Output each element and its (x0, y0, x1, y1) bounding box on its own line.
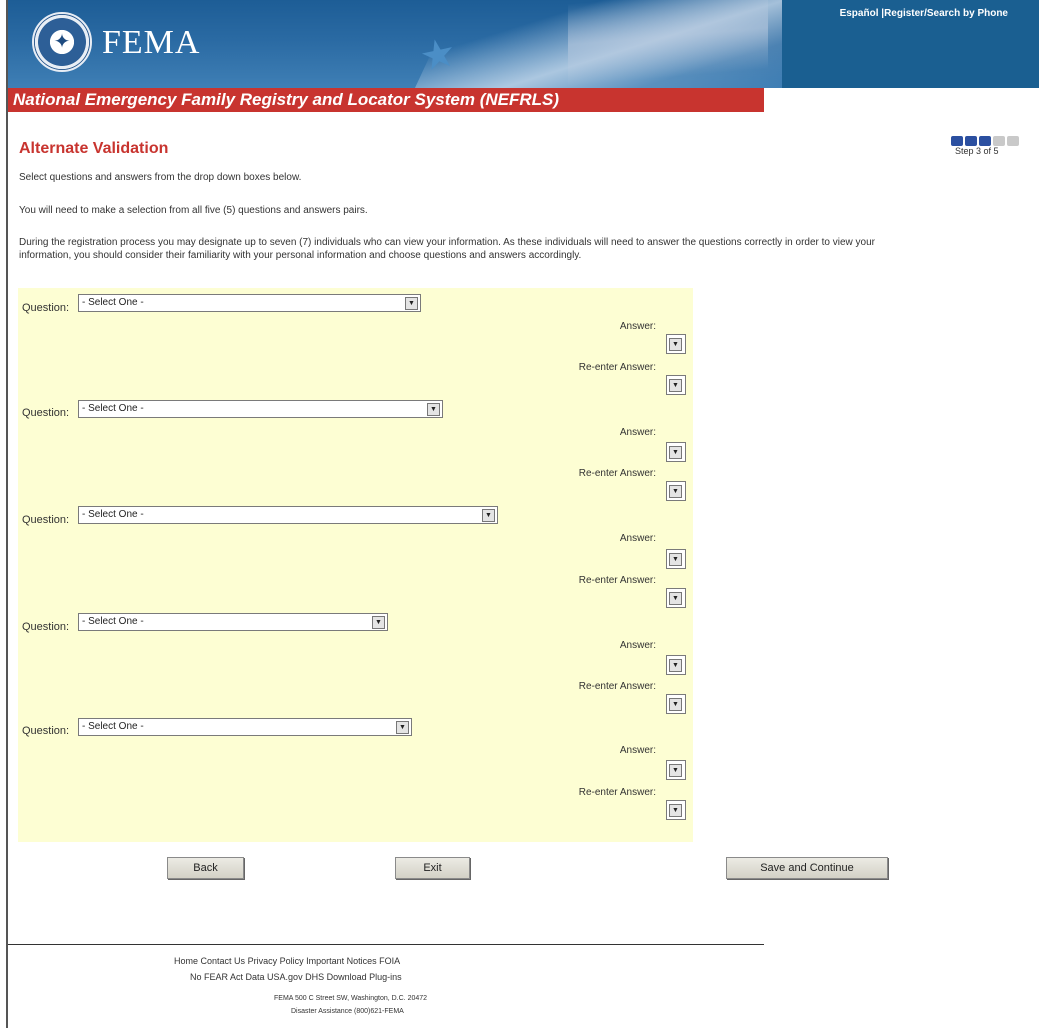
answer-label: Answer: (619, 427, 656, 438)
question-5-select[interactable]: - Select One - ▼ (78, 718, 412, 736)
question-2-select[interactable]: - Select One - ▼ (78, 400, 443, 418)
select-value: - Select One - (82, 297, 144, 308)
chevron-down-icon[interactable]: ▼ (427, 403, 440, 416)
footer-address: FEMA 500 C Street SW, Washington, D.C. 2… (274, 995, 428, 1002)
answer-1-select[interactable]: ▼ (666, 334, 686, 354)
footer-link-usa-gov[interactable]: USA.gov (267, 972, 303, 982)
answer-label: Answer: (619, 640, 656, 651)
reenter-answer-label: Re-enter Answer: (578, 681, 656, 692)
reenter-answer-label: Re-enter Answer: (578, 787, 656, 798)
step-1-marker (951, 136, 963, 146)
question-label: Question: (22, 514, 70, 526)
exit-button[interactable]: Exit (395, 857, 470, 879)
answer-label: Answer: (619, 321, 656, 332)
reenter-answer-1-select[interactable]: ▼ (666, 375, 686, 395)
fema-logo-text: FEMA (102, 24, 201, 61)
save-and-continue-button[interactable]: Save and Continue (726, 857, 888, 879)
step-5-marker (1007, 136, 1019, 146)
reenter-answer-label: Re-enter Answer: (578, 362, 656, 373)
answer-2-select[interactable]: ▼ (666, 442, 686, 462)
reenter-answer-2-select[interactable]: ▼ (666, 481, 686, 501)
question-label: Question: (22, 621, 70, 633)
answer-3-select[interactable]: ▼ (666, 549, 686, 569)
page-title: Alternate Validation (19, 140, 169, 157)
step-3-marker (979, 136, 991, 146)
answer-label: Answer: (619, 533, 656, 544)
chevron-down-icon[interactable]: ▼ (669, 338, 682, 351)
top-links: Español |Register/Search by Phone (839, 8, 1008, 19)
question-3-select[interactable]: - Select One - ▼ (78, 506, 498, 524)
footer-divider (8, 944, 764, 945)
footer-links-row-1: Home Contact Us Privacy Policy Important… (174, 956, 400, 966)
reenter-answer-4-select[interactable]: ▼ (666, 694, 686, 714)
step-2-marker (965, 136, 977, 146)
instruction-text: Select questions and answers from the dr… (19, 172, 302, 183)
reenter-answer-3-select[interactable]: ▼ (666, 588, 686, 608)
chevron-down-icon[interactable]: ▼ (669, 804, 682, 817)
question-4-select[interactable]: - Select One - ▼ (78, 613, 388, 631)
instruction-text: During the registration process you may … (19, 237, 875, 261)
chevron-down-icon[interactable]: ▼ (396, 721, 409, 734)
question-label: Question: (22, 407, 70, 419)
reenter-answer-label: Re-enter Answer: (578, 575, 656, 586)
instruction-text: You will need to make a selection from a… (19, 205, 368, 216)
register-link[interactable]: Register (884, 8, 924, 19)
answer-4-select[interactable]: ▼ (666, 655, 686, 675)
footer-link-dhs[interactable]: DHS (305, 972, 324, 982)
system-title-bar: National Emergency Family Registry and L… (8, 88, 764, 112)
chevron-down-icon[interactable]: ▼ (372, 616, 385, 629)
select-value: - Select One - (82, 403, 144, 414)
footer-assistance-phone: Disaster Assistance (800)621-FEMA (291, 1008, 404, 1015)
chevron-down-icon[interactable]: ▼ (669, 446, 682, 459)
select-value: - Select One - (82, 509, 144, 520)
eagle-icon: ✦ (53, 31, 71, 53)
reenter-answer-5-select[interactable]: ▼ (666, 800, 686, 820)
footer-link-important-notices[interactable]: Important Notices (306, 956, 377, 966)
select-value: - Select One - (82, 616, 144, 627)
footer-links-row-2: No FEAR Act Data USA.gov DHS Download Pl… (190, 972, 402, 982)
footer-link-privacy-policy[interactable]: Privacy Policy (248, 956, 304, 966)
footer-link-foia[interactable]: FOIA (379, 956, 400, 966)
header-banner: ★ ✦ FEMA Español |Register/Search by Pho… (8, 0, 1039, 88)
question-label: Question: (22, 302, 70, 314)
reenter-answer-label: Re-enter Answer: (578, 468, 656, 479)
footer-link-home[interactable]: Home (174, 956, 198, 966)
chevron-down-icon[interactable]: ▼ (669, 764, 682, 777)
footer-link-no-fear-act[interactable]: No FEAR Act Data (190, 972, 265, 982)
chevron-down-icon[interactable]: ▼ (669, 485, 682, 498)
question-label: Question: (22, 725, 70, 737)
back-button[interactable]: Back (167, 857, 244, 879)
step-4-marker (993, 136, 1005, 146)
chevron-down-icon[interactable]: ▼ (405, 297, 418, 310)
answer-label: Answer: (619, 745, 656, 756)
question-answer-panel: Question: - Select One - ▼ Answer: ▼ Re-e… (18, 288, 693, 842)
answer-5-select[interactable]: ▼ (666, 760, 686, 780)
espanol-link[interactable]: Español (840, 8, 879, 19)
footer-link-download-plugins[interactable]: Download Plug-ins (327, 972, 402, 982)
chevron-down-icon[interactable]: ▼ (669, 698, 682, 711)
chevron-down-icon[interactable]: ▼ (669, 379, 682, 392)
flag-stripe (568, 0, 768, 88)
chevron-down-icon[interactable]: ▼ (482, 509, 495, 522)
step-label: Step 3 of 5 (955, 146, 999, 156)
chevron-down-icon[interactable]: ▼ (669, 553, 682, 566)
chevron-down-icon[interactable]: ▼ (669, 592, 682, 605)
search-by-phone-link[interactable]: Search by Phone (927, 8, 1008, 19)
question-1-select[interactable]: - Select One - ▼ (78, 294, 421, 312)
chevron-down-icon[interactable]: ▼ (669, 659, 682, 672)
page-left-border (0, 0, 8, 1028)
footer-link-contact-us[interactable]: Contact Us (201, 956, 246, 966)
select-value: - Select One - (82, 721, 144, 732)
dhs-seal-logo: ✦ (32, 12, 92, 72)
